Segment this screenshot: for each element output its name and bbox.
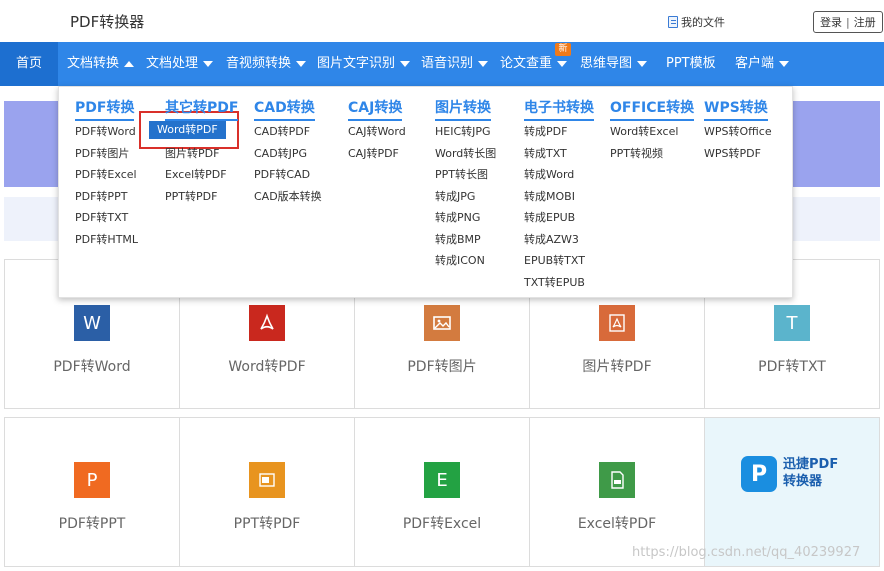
chevron-down-icon — [557, 60, 568, 67]
nav-mindmap[interactable]: 思维导图 — [580, 42, 648, 86]
chevron-down-icon — [400, 60, 411, 67]
tool-label: PDF转PPT — [58, 516, 126, 532]
tool-label: PPT转PDF — [233, 516, 301, 532]
menu-item[interactable]: 转成PDF — [524, 125, 567, 139]
chevron-down-icon — [296, 60, 307, 67]
word-icon: W — [74, 305, 110, 341]
menu-item[interactable]: PDF转Excel — [75, 168, 137, 182]
tool-label: Word转PDF — [228, 359, 306, 375]
nav-doc-convert[interactable]: 文档转换 — [67, 42, 135, 86]
menu-item[interactable]: CAJ转Word — [348, 125, 406, 139]
menu-column-title: 电子书转换 — [524, 97, 594, 121]
menu-column-title: 图片转换 — [435, 97, 491, 121]
excel-icon: E — [424, 462, 460, 498]
menu-item[interactable]: CAD转JPG — [254, 147, 307, 161]
menu-item[interactable]: 转成ICON — [435, 254, 485, 268]
tool-label: PDF转Excel — [402, 516, 482, 532]
tool-card[interactable]: Excel转PDF — [530, 418, 705, 566]
my-files-link[interactable]: 我的文件 — [668, 14, 725, 30]
watermark-text: https://blog.csdn.net/qq_40239927 — [632, 545, 861, 560]
menu-column-title: OFFICE转换 — [610, 97, 695, 121]
menu-column-title: 其它转PDF — [165, 97, 239, 121]
menu-item[interactable]: Word转Excel — [610, 125, 678, 139]
menu-item[interactable]: Excel转PDF — [165, 168, 227, 182]
menu-item[interactable]: 转成MOBI — [524, 190, 575, 204]
my-files-label: 我的文件 — [681, 16, 725, 29]
menu-item[interactable]: CAD版本转换 — [254, 190, 322, 204]
menu-item[interactable]: PDF转Word — [75, 125, 136, 139]
menu-item[interactable]: PPT转视频 — [610, 147, 663, 161]
nav-doc-process[interactable]: 文档处理 — [146, 42, 214, 86]
menu-item[interactable]: CAJ转PDF — [348, 147, 399, 161]
brand-logo-icon: P — [741, 456, 777, 492]
menu-column-title: WPS转换 — [704, 97, 768, 121]
tool-label: 图片转PDF — [582, 359, 652, 375]
menu-item[interactable]: HEIC转JPG — [435, 125, 491, 139]
tool-label: PDF转图片 — [407, 359, 477, 375]
excel-pdf-icon — [599, 462, 635, 498]
top-header: PDF转换器 我的文件 登录 | 注册 — [0, 0, 884, 42]
menu-item[interactable]: 转成TXT — [524, 147, 567, 161]
nav-home[interactable]: 首页 — [0, 42, 58, 86]
menu-item-active[interactable]: Word转PDF — [149, 121, 226, 139]
nav-client[interactable]: 客户端 — [735, 42, 790, 86]
brand-name: 迅捷PDF 转换器 — [783, 457, 839, 489]
menu-item[interactable]: 图片转PDF — [165, 147, 219, 161]
chevron-down-icon — [779, 60, 790, 67]
tool-label: PDF转Word — [53, 359, 131, 375]
menu-item[interactable]: WPS转PDF — [704, 147, 761, 161]
menu-item[interactable]: PDF转图片 — [75, 147, 129, 161]
tool-card[interactable]: E PDF转Excel — [355, 418, 530, 566]
document-icon — [668, 16, 678, 28]
auth-separator: | — [846, 15, 850, 29]
tool-card[interactable]: PPT转PDF — [180, 418, 355, 566]
menu-item[interactable]: PPT转长图 — [435, 168, 488, 182]
menu-item[interactable]: PDF转PPT — [75, 190, 127, 204]
image-icon — [424, 305, 460, 341]
tool-label: Excel转PDF — [577, 516, 657, 532]
ppt-pdf-icon — [249, 462, 285, 498]
menu-item[interactable]: 转成BMP — [435, 233, 481, 247]
menu-item[interactable]: 转成PNG — [435, 211, 480, 225]
menu-column-title: PDF转换 — [75, 97, 135, 121]
menu-item[interactable]: 转成JPG — [435, 190, 475, 204]
menu-item[interactable]: 转成Word — [524, 168, 574, 182]
menu-item[interactable]: WPS转Office — [704, 125, 772, 139]
menu-item[interactable]: PDF转HTML — [75, 233, 138, 247]
powerpoint-icon: P — [74, 462, 110, 498]
tool-card[interactable]: P PDF转PPT — [5, 418, 180, 566]
menu-item[interactable]: EPUB转TXT — [524, 254, 585, 268]
doc-convert-dropdown: PDF转换 PDF转Word PDF转图片 PDF转Excel PDF转PPT … — [58, 86, 793, 298]
register-link[interactable]: 注册 — [854, 14, 876, 30]
nav-ppt-templates[interactable]: PPT模板 — [666, 42, 716, 86]
text-icon: T — [774, 305, 810, 341]
nav-av-convert[interactable]: 音视频转换 — [226, 42, 307, 86]
login-link[interactable]: 登录 — [820, 14, 842, 30]
main-nav: 首页 文档转换 文档处理 音视频转换 图片文字识别 语音识别 论文查重 思维导图… — [0, 42, 884, 86]
menu-item[interactable]: TXT转EPUB — [524, 276, 585, 290]
auth-box: 登录 | 注册 — [813, 11, 883, 33]
nav-ocr[interactable]: 图片文字识别 — [317, 42, 411, 86]
brand-card[interactable]: P 迅捷PDF 转换器 — [705, 418, 879, 566]
site-logo-text[interactable]: PDF转换器 — [70, 11, 144, 32]
menu-item[interactable]: 转成EPUB — [524, 211, 575, 225]
pdf-acrobat-icon — [599, 305, 635, 341]
nav-speech[interactable]: 语音识别 — [421, 42, 489, 86]
menu-column-title: CAD转换 — [254, 97, 315, 121]
new-badge: 新 — [555, 43, 571, 56]
tool-label: PDF转TXT — [758, 359, 826, 375]
menu-item[interactable]: 转成AZW3 — [524, 233, 579, 247]
menu-item[interactable]: PPT转PDF — [165, 190, 217, 204]
chevron-down-icon — [637, 60, 648, 67]
menu-item[interactable]: CAD转PDF — [254, 125, 310, 139]
chevron-up-icon — [124, 60, 135, 67]
pdf-acrobat-icon — [249, 305, 285, 341]
chevron-down-icon — [203, 60, 214, 67]
chevron-down-icon — [478, 60, 489, 67]
menu-item[interactable]: Word转长图 — [435, 147, 496, 161]
menu-item[interactable]: PDF转CAD — [254, 168, 310, 182]
menu-item[interactable]: PDF转TXT — [75, 211, 128, 225]
menu-column-title: CAJ转换 — [348, 97, 403, 121]
